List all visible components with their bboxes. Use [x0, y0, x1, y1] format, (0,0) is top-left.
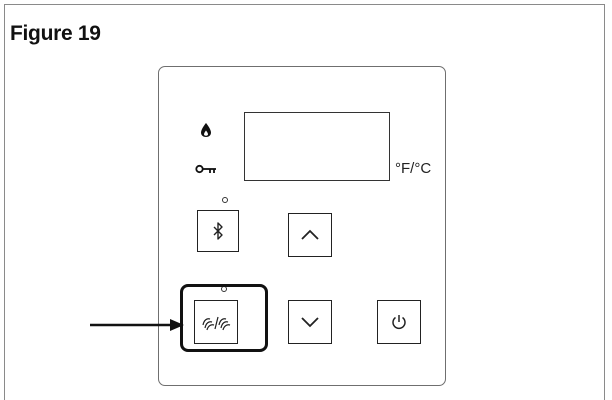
- power-icon: [392, 315, 406, 330]
- arrow-right-icon: [90, 319, 184, 331]
- temperature-up-button[interactable]: [288, 213, 332, 257]
- figure-title: Figure 19: [10, 22, 101, 45]
- bluetooth-icon: [213, 222, 223, 240]
- recirculation-highlight-frame: [180, 284, 268, 352]
- bluetooth-button[interactable]: [197, 210, 239, 252]
- key-icon: [195, 164, 216, 174]
- bluetooth-led: [222, 197, 228, 203]
- temperature-display: [244, 112, 390, 181]
- chevron-up-icon: [301, 229, 319, 240]
- flame-icon: [201, 123, 211, 137]
- chevron-down-icon: [301, 317, 319, 328]
- power-button[interactable]: [377, 300, 421, 344]
- temperature-down-button[interactable]: [288, 300, 332, 344]
- unit-label: °F/°C: [395, 160, 432, 177]
